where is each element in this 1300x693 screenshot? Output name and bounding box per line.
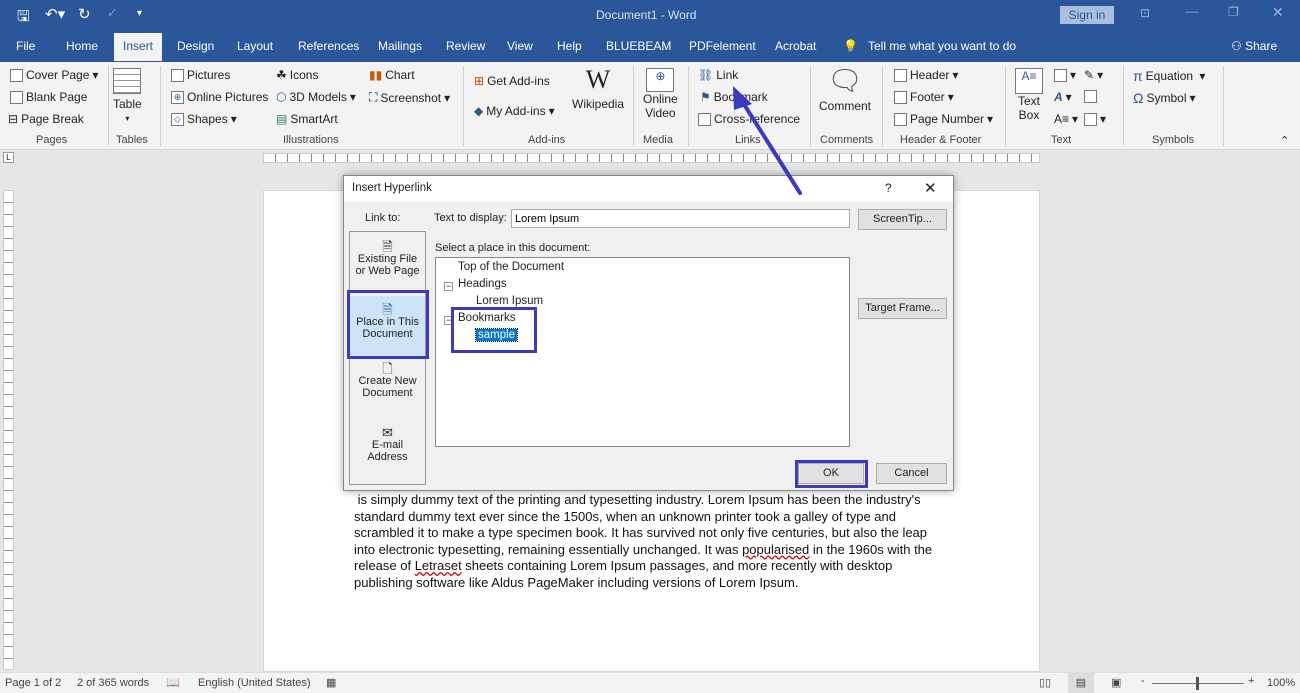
proofing-icon[interactable]: 📖 xyxy=(166,676,180,689)
language[interactable]: English (United States) xyxy=(198,677,311,689)
status-bar: Page 1 of 2 2 of 365 words 📖 English (Un… xyxy=(0,672,1300,693)
macro-icon[interactable]: ▦ xyxy=(326,676,336,689)
zoom-in-button[interactable]: + xyxy=(1248,675,1254,687)
word-count[interactable]: 2 of 365 words xyxy=(77,677,149,689)
zoom-level[interactable]: 100% xyxy=(1267,677,1295,689)
read-mode-icon[interactable]: ▯▯ xyxy=(1039,676,1051,689)
page-count[interactable]: Page 1 of 2 xyxy=(5,677,61,689)
annotation-arrow xyxy=(0,0,1300,693)
zoom-slider-thumb[interactable] xyxy=(1196,677,1199,690)
print-layout-icon[interactable]: ▤ xyxy=(1068,673,1094,693)
zoom-out-button[interactable]: - xyxy=(1141,675,1145,687)
web-layout-icon[interactable]: ▣ xyxy=(1111,676,1121,689)
